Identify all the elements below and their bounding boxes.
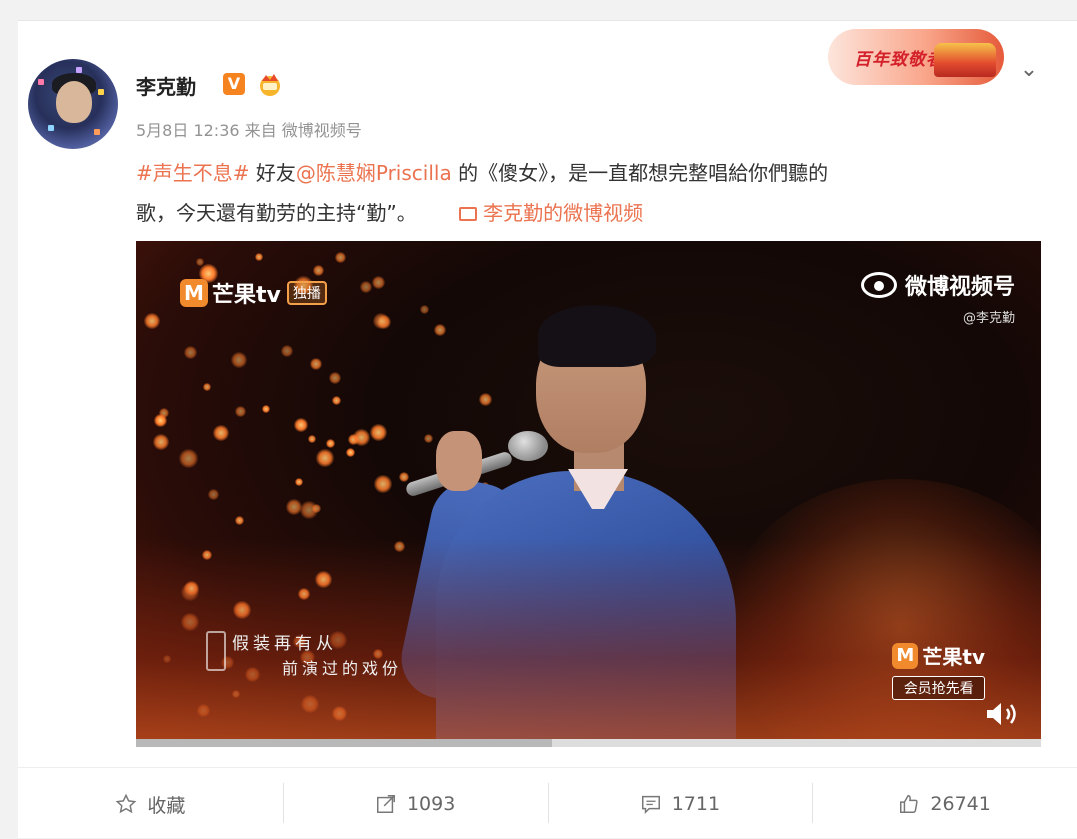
repost-button[interactable]: 1093 — [282, 769, 548, 839]
bokeh-light — [295, 478, 303, 486]
bokeh-light — [235, 516, 244, 525]
star-icon — [115, 793, 137, 814]
mango-logo-icon: M — [180, 279, 208, 307]
weibo-handle: @李克勤 — [962, 311, 1015, 326]
bokeh-light — [308, 435, 316, 443]
bokeh-light — [231, 352, 247, 368]
confetti — [76, 67, 82, 73]
mango-corner-brand: 芒果tv — [922, 645, 985, 669]
bokeh-light — [153, 434, 169, 450]
mango-logo-icon: M — [892, 642, 919, 669]
banner-building-icon — [934, 43, 996, 77]
comment-count: 1711 — [671, 793, 721, 815]
weibo-post-card: 李克勤 V 5月8日 12:36 来自 微博视频号 百年致敬者 ⌄ #声生不息#… — [18, 20, 1077, 838]
confetti — [48, 125, 54, 131]
bokeh-light — [370, 424, 387, 441]
bokeh-light — [235, 406, 246, 417]
bokeh-light — [196, 258, 204, 266]
divider — [18, 767, 1077, 768]
post-text: #声生不息# 好友@陈慧娴Priscilla 的《傻女》，是一直都想完整唱給你們… — [136, 153, 1016, 233]
bokeh-light — [255, 253, 263, 261]
bokeh-light — [208, 489, 219, 500]
bokeh-light — [316, 449, 334, 467]
bokeh-light — [310, 358, 322, 370]
confetti — [94, 129, 100, 135]
subtitle-line-2: 前演过的戏份 — [282, 659, 403, 678]
share-icon — [376, 795, 395, 813]
favorite-label: 收藏 — [147, 794, 186, 817]
bokeh-light — [281, 345, 293, 357]
confetti — [38, 79, 44, 85]
bokeh-light — [144, 313, 160, 329]
video-icon — [459, 207, 478, 221]
repost-count: 1093 — [406, 793, 456, 815]
like-count: 26741 — [930, 793, 991, 815]
singer-hair — [538, 305, 656, 367]
bokeh-light — [346, 448, 355, 457]
post-text-part: 好友 — [249, 161, 296, 185]
post-meta: 5月8日 12:36 来自 微博视频号 — [136, 121, 362, 140]
thumb-up-icon — [900, 795, 919, 813]
bokeh-light — [326, 439, 335, 448]
exclusive-tag: 独播 — [286, 281, 327, 305]
bokeh-light — [332, 396, 341, 405]
crown-icon — [260, 74, 280, 96]
bokeh-light — [300, 501, 318, 519]
bokeh-light — [313, 265, 324, 276]
bokeh-light — [179, 449, 198, 468]
avatar[interactable] — [28, 59, 118, 149]
mango-brand: 芒果tv — [212, 283, 281, 308]
mention-link[interactable]: @陈慧娴Priscilla — [296, 161, 452, 185]
confetti — [98, 89, 104, 95]
action-bar: 收藏 1093 1711 26741 — [18, 769, 1077, 839]
event-banner[interactable]: 百年致敬者 — [828, 29, 1004, 85]
video-source-link[interactable]: 李克勤的微博视频 — [459, 201, 643, 225]
bokeh-light — [373, 313, 389, 329]
microphone-head — [508, 431, 548, 461]
comment-button[interactable]: 1711 — [547, 769, 813, 839]
verified-badge: V — [223, 73, 245, 95]
weibo-logo-icon — [860, 272, 897, 298]
video-player[interactable]: M 芒果tv 独播 微博视频号 @李克勤 假装再有从 前演过的戏份 M 芒果tv… — [136, 241, 1041, 739]
video-link-label: 李克勤的微博视频 — [483, 201, 644, 225]
favorite-button[interactable]: 收藏 — [18, 769, 283, 839]
mango-tv-watermark: M 芒果tv 独播 — [180, 277, 327, 309]
video-progress-fill — [136, 739, 553, 747]
bokeh-light — [335, 252, 346, 263]
bokeh-light — [360, 281, 372, 293]
weibo-brand: 微博视频号 — [904, 275, 1015, 300]
bokeh-light — [154, 414, 167, 427]
bokeh-light — [372, 276, 385, 289]
speaker-icon[interactable] — [983, 699, 1023, 729]
bokeh-light — [203, 383, 211, 391]
bokeh-light — [329, 372, 341, 384]
like-button[interactable]: 26741 — [812, 769, 1077, 839]
singer-hand — [436, 431, 482, 491]
post-text-part: 的《傻女》，是一直都想完整唱給你們聽的 — [451, 161, 829, 185]
chevron-down-icon[interactable]: ⌄ — [1016, 57, 1042, 83]
avatar-face — [56, 81, 92, 123]
bokeh-light — [374, 475, 392, 493]
comment-icon — [641, 795, 660, 815]
banner-text: 百年致敬者 — [854, 50, 944, 70]
subtitle-line-1: 假装再有从 — [232, 634, 337, 654]
mango-corner-logo: M 芒果tv 会员抢先看 — [892, 641, 985, 700]
bokeh-light — [353, 429, 370, 446]
bokeh-light — [262, 405, 270, 413]
bokeh-light — [294, 418, 308, 432]
post-text-part: 歌，今天還有勤劳的主持“勤”。 — [136, 201, 417, 225]
subtitle-marker — [206, 631, 226, 671]
video-progress-bar[interactable] — [136, 739, 1041, 747]
vip-preview-badge: 会员抢先看 — [892, 676, 985, 700]
bokeh-light — [184, 346, 197, 359]
username[interactable]: 李克勤 — [136, 71, 196, 100]
weibo-video-watermark: 微博视频号 @李克勤 — [860, 269, 1015, 326]
bokeh-light — [213, 425, 229, 441]
hashtag-link[interactable]: #声生不息# — [136, 161, 250, 185]
